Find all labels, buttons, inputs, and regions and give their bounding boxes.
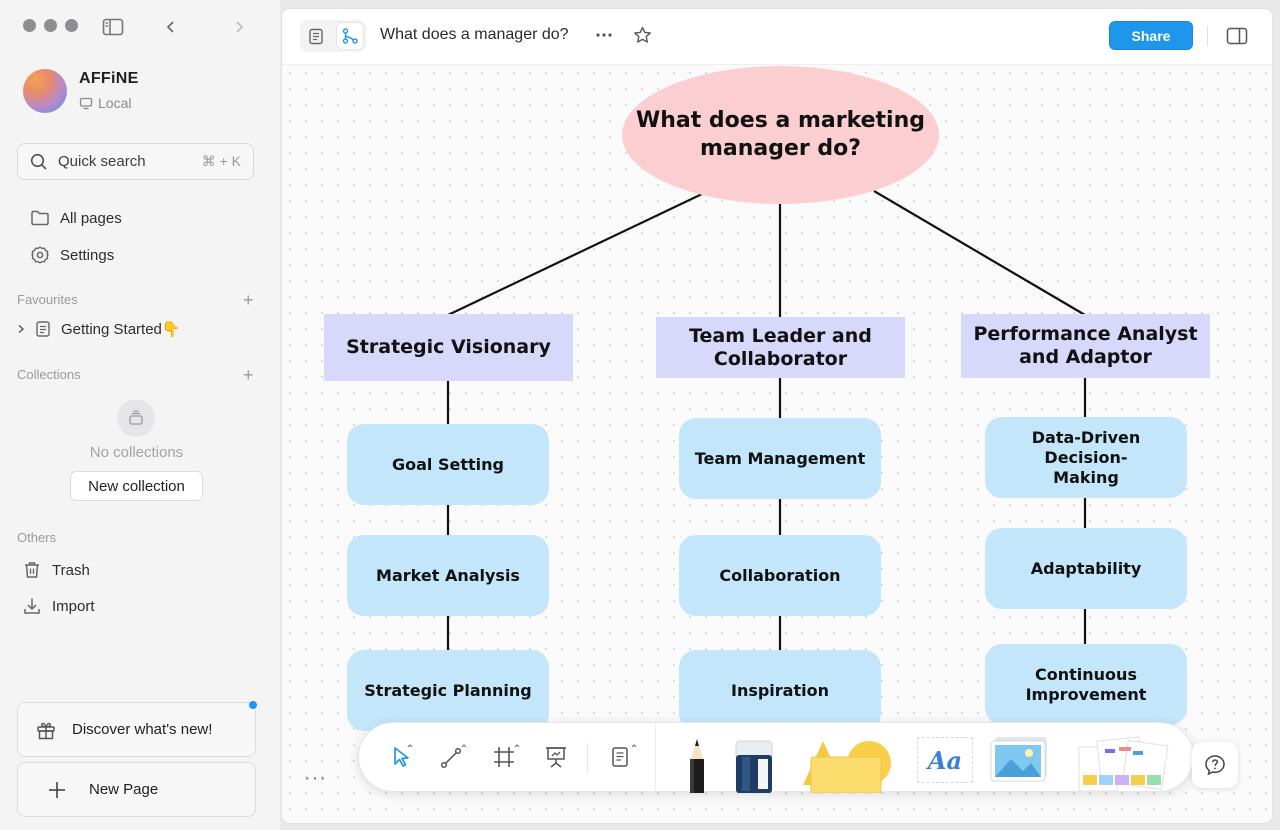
sidebar-item-label: All pages (60, 209, 122, 227)
note-tool-icon[interactable] (609, 743, 639, 771)
workspace-storage: Local (79, 95, 131, 111)
forward-arrow-icon[interactable] (228, 16, 250, 38)
add-collection-icon[interactable]: + (243, 366, 254, 384)
sidebar-item-all-pages[interactable]: All pages (30, 209, 122, 227)
discover-whats-new-button[interactable]: Discover what's new! (17, 702, 256, 757)
workspace-name[interactable]: AFFiNE (79, 70, 139, 88)
edgeless-toolbar: Aa (358, 722, 1194, 793)
sidebar-item-label: Settings (60, 246, 115, 264)
mindmap-root-node[interactable]: What does a marketing manager do? (622, 66, 939, 204)
mindmap-leaf-node[interactable]: Goal Setting (347, 424, 549, 505)
new-page-label: New Page (89, 781, 159, 798)
mindmap-leaf-node[interactable]: Data-Driven Decision-Making (985, 417, 1187, 498)
empty-collection-icon (117, 399, 155, 437)
sidebar-item-label: Getting Started👇 (61, 321, 181, 338)
sidebar-item-label: Trash (52, 561, 90, 579)
mindmap-leaf-node[interactable]: Strategic Planning (347, 650, 549, 731)
more-tools-icon[interactable]: ··· (304, 767, 327, 790)
computer-icon (79, 97, 93, 109)
mindmap-leaf-node[interactable]: Inspiration (679, 650, 881, 731)
new-collection-button[interactable]: New collection (70, 471, 203, 501)
mindmap-leaf-node[interactable]: Market Analysis (347, 535, 549, 616)
shape-tool-icon[interactable] (801, 737, 893, 793)
gear-icon (31, 246, 49, 264)
sidebar-toggle-icon[interactable] (102, 16, 124, 38)
window-close-button[interactable] (23, 19, 36, 32)
pen-tool-icon[interactable] (683, 737, 711, 793)
chevron-right-icon[interactable] (17, 324, 25, 334)
eraser-tool-icon[interactable] (733, 739, 775, 793)
plus-icon (49, 781, 65, 798)
add-favourite-icon[interactable]: + (243, 291, 254, 309)
search-icon (30, 153, 47, 170)
new-page-button[interactable]: New Page (17, 762, 256, 817)
connector-tool-icon[interactable] (439, 743, 467, 771)
no-collections-text: No collections (89, 444, 184, 461)
workspace-storage-label: Local (98, 95, 132, 111)
mindmap-leaf-node[interactable]: Continuous Improvement (985, 644, 1187, 725)
window-minimize-button[interactable] (44, 19, 57, 32)
trash-icon (25, 562, 39, 578)
sidebar: AFFiNE Local Quick search ⌘ + K All page… (0, 0, 280, 830)
gift-icon (37, 722, 55, 739)
mindmap-branch-node[interactable]: Team Leader and Collaborator (656, 317, 905, 378)
folder-icon (31, 210, 49, 226)
connector-root-branch-1 (447, 193, 703, 316)
discover-label: Discover what's new! (72, 721, 213, 738)
mindmap-branch-node[interactable]: Performance Analyst and Adaptor (961, 314, 1210, 378)
back-arrow-icon[interactable] (160, 16, 182, 38)
favourites-heading: Favourites (17, 292, 78, 307)
image-tool-icon[interactable] (989, 735, 1051, 785)
select-tool-icon[interactable] (389, 743, 415, 771)
sidebar-item-settings[interactable]: Settings (30, 245, 114, 265)
sidebar-item-import[interactable]: Import (22, 596, 95, 616)
template-tool-icon[interactable] (1075, 735, 1169, 791)
others-heading: Others (17, 530, 57, 545)
quick-search-shortcut: ⌘ + K (201, 153, 241, 169)
text-tool-icon[interactable]: Aa (917, 737, 973, 783)
mindmap-leaf-node[interactable]: Adaptability (985, 528, 1187, 609)
help-icon (1205, 755, 1225, 776)
workspace-avatar[interactable] (23, 69, 67, 113)
sidebar-item-label: Import (52, 597, 95, 615)
connector-root-branch-3 (873, 190, 1086, 316)
quick-search-button[interactable]: Quick search ⌘ + K (17, 143, 254, 180)
toolbar-divider (655, 723, 656, 791)
sidebar-item-trash[interactable]: Trash (22, 560, 90, 580)
new-update-badge (249, 701, 257, 709)
quick-search-label: Quick search (58, 153, 146, 170)
window-zoom-button[interactable] (65, 19, 78, 32)
toolbar-divider (587, 743, 588, 773)
mindmap-leaf-node[interactable]: Collaboration (679, 535, 881, 616)
mindmap-leaf-node[interactable]: Team Management (679, 418, 881, 499)
help-button[interactable] (1192, 742, 1238, 788)
sidebar-item-getting-started[interactable]: Getting Started👇 (17, 320, 181, 338)
frame-tool-icon[interactable] (491, 743, 521, 771)
page-icon (36, 321, 50, 337)
text-tool-label: Aa (927, 745, 963, 775)
import-icon (24, 598, 40, 614)
mindmap-branch-node[interactable]: Strategic Visionary (324, 314, 573, 381)
presentation-tool-icon[interactable] (542, 743, 570, 771)
collections-heading: Collections (17, 367, 81, 382)
main-panel: What does a manager do? Share What does … (282, 9, 1272, 823)
